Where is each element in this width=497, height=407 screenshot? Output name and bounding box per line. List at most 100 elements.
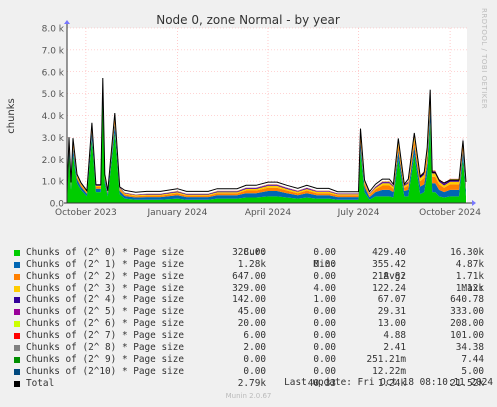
y-tick-label: 4.0 k <box>42 112 65 122</box>
x-tick-label: October 2023 <box>55 208 117 218</box>
legend-swatch <box>14 368 20 375</box>
legend-max: 1.12k <box>455 282 484 294</box>
legend-row: Chunks of (2^ 3) * Page size 329.00 4.00 12… <box>12 283 488 295</box>
legend-name: Chunks of (2^ 5) * Page size <box>26 306 185 318</box>
legend-cur: 0.00 <box>243 365 266 377</box>
legend-name: Chunks of (2^ 4) * Page size <box>26 294 185 306</box>
y-axis-label: chunks <box>6 98 17 134</box>
legend-max: 34.38 <box>455 342 484 354</box>
legend-min: 0.00 <box>313 365 336 377</box>
legend-name: Chunks of (2^ 6) * Page size <box>26 318 185 330</box>
legend-cur: 1.28k <box>237 258 266 270</box>
legend-min: 0.00 <box>313 318 336 330</box>
x-tick-label: January 2024 <box>147 208 208 218</box>
legend-max: 640.78 <box>450 294 484 306</box>
legend-name: Chunks of (2^ 9) * Page size <box>26 353 185 365</box>
legend-min: 0.00 <box>313 330 336 342</box>
legend-swatch <box>14 321 20 328</box>
legend-avg: 251.21m <box>366 353 406 365</box>
legend-swatch <box>14 261 20 268</box>
x-tick-label: July 2024 <box>337 208 380 218</box>
legend-cur: 0.00 <box>243 353 266 365</box>
legend-row: Chunks of (2^ 7) * Page size 6.00 0.00 4.88… <box>12 330 488 342</box>
legend-min: 0.00 <box>313 246 336 258</box>
legend-row: Chunks of (2^ 0) * Page size 328.00 0.00 42… <box>12 247 488 259</box>
y-tick-label: 7.0 k <box>42 46 65 56</box>
legend-min: 0.00 <box>313 258 336 270</box>
legend-name: Chunks of (2^ 1) * Page size <box>26 258 185 270</box>
legend-swatch <box>14 273 20 280</box>
x-tick-label: April 2024 <box>245 208 292 218</box>
legend-avg: 29.31 <box>377 306 406 318</box>
legend-avg: 13.00 <box>377 318 406 330</box>
legend-max: 7.44 <box>461 353 484 365</box>
legend-row: Chunks of (2^ 6) * Page size 20.00 0.00 13.… <box>12 318 488 330</box>
legend-swatch <box>14 309 20 316</box>
legend-cur: 2.00 <box>243 342 266 354</box>
legend-swatch <box>14 333 20 340</box>
legend-avg: 67.07 <box>377 294 406 306</box>
legend-max: 333.00 <box>450 306 484 318</box>
legend-cur: 20.00 <box>237 318 266 330</box>
legend-name: Chunks of (2^10) * Page size <box>26 365 185 377</box>
legend-name: Chunks of (2^ 7) * Page size <box>26 330 185 342</box>
munin-version: Munin 2.0.67 <box>225 392 272 400</box>
legend-max: 16.30k <box>450 246 484 258</box>
legend-row: Chunks of (2^ 2) * Page size 647.00 0.00 21… <box>12 271 488 283</box>
legend-swatch <box>14 356 20 363</box>
legend-cur: 2.79k <box>237 377 266 389</box>
legend-min: 1.00 <box>313 294 336 306</box>
legend-cur: 328.00 <box>232 246 266 258</box>
legend-row: Chunks of (2^ 1) * Page size 1.28k 0.00 355… <box>12 259 488 271</box>
y-axis-ticks: 0.01.0 k2.0 k3.0 k4.0 k5.0 k6.0 k7.0 k8.… <box>42 25 65 210</box>
legend-avg: 429.40 <box>372 246 406 258</box>
legend-name: Chunks of (2^ 3) * Page size <box>26 282 185 294</box>
rrdtool-credit: RRDTOOL / TOBI OETIKER <box>480 8 488 110</box>
legend-swatch <box>14 249 20 256</box>
legend-swatch <box>14 297 20 304</box>
chart-title: Node 0, zone Normal - by year <box>156 13 340 27</box>
legend-name: Chunks of (2^ 8) * Page size <box>26 342 185 354</box>
legend-cur: 142.00 <box>232 294 266 306</box>
y-tick-label: 3.0 k <box>42 134 65 144</box>
legend-name: Chunks of (2^ 0) * Page size <box>26 246 185 258</box>
legend-avg: 4.88 <box>383 330 406 342</box>
legend-row: Chunks of (2^ 5) * Page size 45.00 0.00 29.… <box>12 306 488 318</box>
y-axis-arrow <box>64 20 70 24</box>
legend-min: 0.00 <box>313 342 336 354</box>
legend-header: Cur: Min: Avg: Max: <box>12 235 488 294</box>
legend-cur: 647.00 <box>232 270 266 282</box>
legend-cur: 329.00 <box>232 282 266 294</box>
x-axis-ticks: October 2023 January 2024 April 2024 July 2… <box>55 208 481 218</box>
legend-row: Chunks of (2^ 8) * Page size 2.00 0.00 2.41… <box>12 342 488 354</box>
legend-swatch <box>14 380 20 387</box>
legend-avg: 355.42 <box>372 258 406 270</box>
legend-max: 5.00 <box>461 365 484 377</box>
legend-min: 0.00 <box>313 306 336 318</box>
legend-max: 1.71k <box>455 270 484 282</box>
y-tick-label: 8.0 k <box>42 25 65 35</box>
legend-avg: 218.82 <box>372 270 406 282</box>
legend-min: 4.00 <box>313 282 336 294</box>
legend-avg: 2.41 <box>383 342 406 354</box>
legend-avg: 12.22m <box>372 365 406 377</box>
legend-min: 0.00 <box>313 353 336 365</box>
legend-name: Total <box>26 377 55 389</box>
legend-max: 208.00 <box>450 318 484 330</box>
y-tick-label: 6.0 k <box>42 68 65 78</box>
legend-max: 101.00 <box>450 330 484 342</box>
legend-row: Chunks of (2^ 9) * Page size 0.00 0.00 251.… <box>12 354 488 366</box>
legend-cur: 45.00 <box>237 306 266 318</box>
y-tick-label: 2.0 k <box>42 156 65 166</box>
legend-swatch <box>14 285 20 292</box>
last-update: Last update: Fri Oct 18 08:10:11 2024 <box>284 377 493 388</box>
chart-plot: Node 0, zone Normal - by year chunks 0.0… <box>6 13 481 218</box>
legend-swatch <box>14 345 20 352</box>
legend: Cur: Min: Avg: Max: Chunks of (2^ 0) * P… <box>12 235 488 390</box>
x-axis-arrow <box>472 200 476 206</box>
legend-min: 0.00 <box>313 270 336 282</box>
legend-name: Chunks of (2^ 2) * Page size <box>26 270 185 282</box>
legend-row: Chunks of (2^10) * Page size 0.00 0.00 12.2… <box>12 366 488 378</box>
legend-cur: 6.00 <box>243 330 266 342</box>
y-tick-label: 1.0 k <box>42 178 65 188</box>
